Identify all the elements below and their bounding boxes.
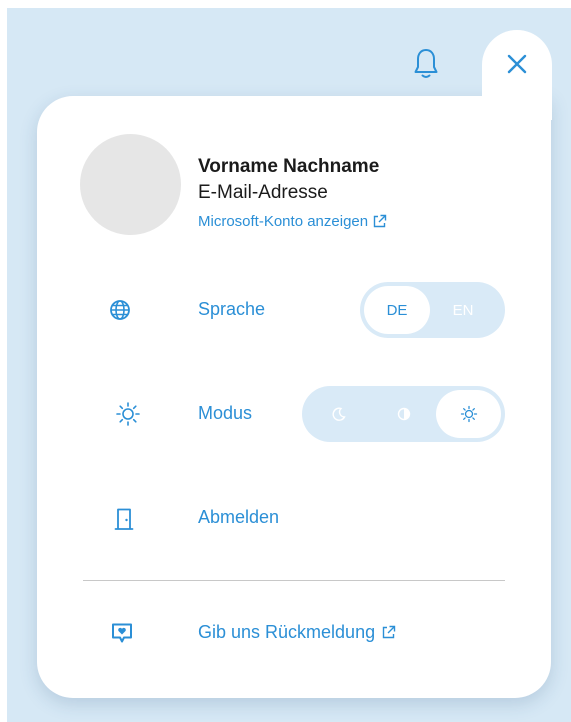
close-button[interactable] <box>482 30 552 120</box>
microsoft-account-link-label: Microsoft-Konto anzeigen <box>198 213 369 230</box>
microsoft-account-link[interactable]: Microsoft-Konto anzeigen <box>198 213 387 230</box>
language-option-de[interactable]: DE <box>364 286 430 334</box>
mode-option-light[interactable] <box>436 390 501 438</box>
language-toggle: DE EN <box>360 282 505 338</box>
user-name: Vorname Nachname <box>198 156 380 177</box>
language-option-en[interactable]: EN <box>430 286 496 334</box>
divider <box>83 580 505 581</box>
sun-icon <box>115 401 141 427</box>
feedback-link-label: Gib uns Rückmeldung <box>198 622 376 642</box>
moon-icon <box>332 407 346 421</box>
language-label: Sprache <box>198 299 266 319</box>
external-link-icon <box>373 214 387 228</box>
bell-icon <box>414 49 438 78</box>
notifications-button[interactable] <box>406 44 446 84</box>
door-icon <box>111 506 137 532</box>
feedback-heart-icon <box>109 620 135 646</box>
mode-label: Modus <box>198 403 253 423</box>
user-email: E-Mail-Adresse <box>198 182 328 203</box>
external-link-icon <box>382 625 396 639</box>
sun-small-icon <box>460 405 477 423</box>
account-panel: Vorname Nachname E-Mail-Adresse Microsof… <box>37 96 551 698</box>
avatar <box>80 134 181 235</box>
logout-button[interactable]: Abmelden <box>198 507 279 528</box>
mode-toggle <box>302 386 505 442</box>
close-icon <box>507 54 527 74</box>
mode-option-contrast[interactable] <box>371 390 436 438</box>
feedback-link[interactable]: Gib uns Rückmeldung <box>198 622 396 643</box>
mode-option-dark[interactable] <box>306 390 371 438</box>
contrast-icon <box>397 407 410 421</box>
globe-icon <box>107 297 133 323</box>
